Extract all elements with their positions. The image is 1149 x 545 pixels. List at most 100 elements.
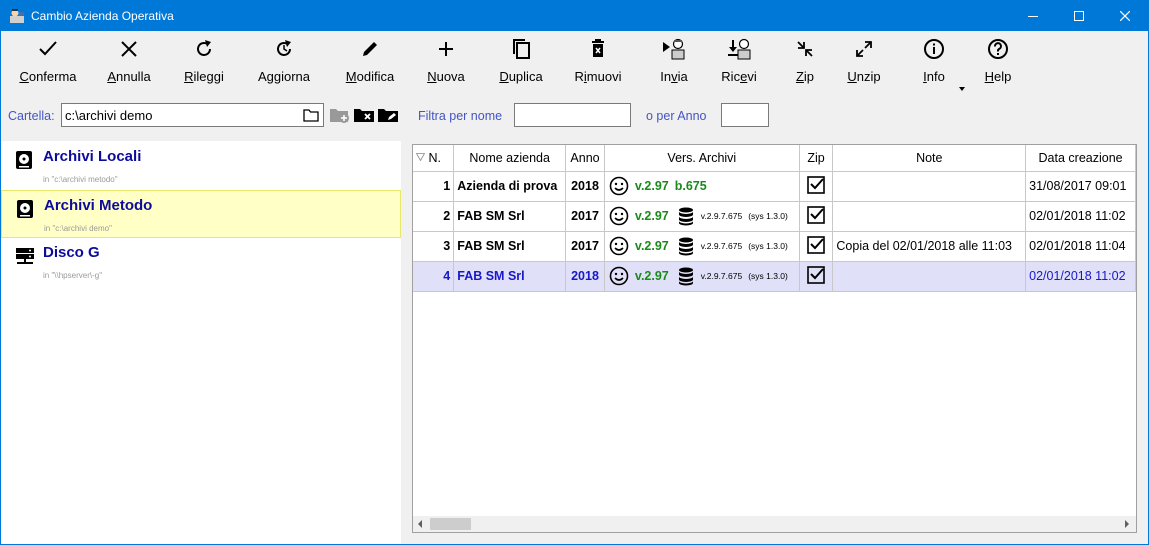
cancel-button[interactable]: Annulla	[103, 35, 155, 89]
db-version-label: v.2.9.7.675	[700, 211, 743, 221]
column-header-n[interactable]: N.	[413, 145, 455, 172]
cell-version: v.2.97 v.2.9.7.675 (sys 1.3.0)	[604, 201, 800, 232]
smiley-icon	[609, 236, 629, 256]
server-icon	[16, 248, 34, 264]
database-icon	[678, 207, 693, 225]
x-icon	[121, 41, 137, 57]
filter-year-box	[721, 103, 769, 127]
cell-year: 2018	[565, 171, 605, 202]
update-button[interactable]: Aggiorna	[253, 35, 315, 89]
help-button[interactable]: Help	[981, 35, 1015, 89]
column-header-note[interactable]: Note	[832, 145, 1027, 172]
horizontal-scrollbar[interactable]	[413, 516, 1136, 532]
column-header-year[interactable]: Anno	[565, 145, 605, 172]
smiley-icon	[609, 206, 629, 226]
cell-date: 31/08/2017 09:01	[1025, 171, 1136, 202]
receive-icon	[728, 38, 751, 60]
version-cell-content: v.2.97 b.675	[609, 176, 798, 196]
remove-button[interactable]: Rimuovi	[571, 35, 625, 89]
table-row[interactable]: 2 FAB SM Srl 2017 v.2.97 v.2.9.7.675 (sys 1.3…	[413, 201, 1136, 232]
sys-version-label: (sys 1.3.0)	[748, 271, 788, 281]
receive-button[interactable]: Ricevi	[719, 35, 759, 89]
cell-zip[interactable]	[799, 201, 834, 232]
column-header-zip[interactable]: Zip	[799, 145, 834, 172]
filter-year-input[interactable]	[722, 104, 768, 126]
cell-note	[832, 261, 1027, 292]
archive-list: Archivi Locali in "c:\archivi metodo" Ar…	[1, 141, 401, 544]
send-button[interactable]: Invia	[657, 35, 691, 89]
cell-zip[interactable]	[799, 261, 834, 292]
rename-folder-button[interactable]	[377, 106, 399, 124]
pencil-icon	[363, 42, 377, 56]
cell-n: 2	[413, 201, 455, 232]
version-cell-content: v.2.97 v.2.9.7.675 (sys 1.3.0)	[609, 206, 798, 226]
archive-item-locali[interactable]: Archivi Locali in "c:\archivi metodo"	[1, 142, 401, 190]
reload-button[interactable]: Rileggi	[179, 35, 229, 89]
new-button[interactable]: Nuova	[424, 35, 468, 89]
new-folder-button[interactable]	[329, 106, 351, 124]
archive-name: Archivi Locali	[43, 148, 142, 165]
minimize-button[interactable]	[1010, 0, 1056, 31]
scroll-right-icon[interactable]	[1125, 520, 1129, 528]
version-label: v.2.97	[634, 239, 669, 253]
cell-name: Azienda di prova	[453, 171, 567, 202]
edit-button[interactable]: Modifica	[341, 35, 399, 89]
checkbox-checked-icon	[807, 265, 825, 284]
cell-n: 4	[413, 261, 455, 292]
folder-browse-icon[interactable]	[303, 108, 319, 122]
cell-year: 2018	[565, 261, 605, 292]
check-icon	[39, 41, 57, 56]
scrollbar-thumb[interactable]	[430, 518, 471, 530]
archive-item-metodo[interactable]: Archivi Metodo in "c:\archivi demo"	[1, 190, 401, 238]
maximize-button[interactable]	[1056, 0, 1102, 31]
maximize-icon	[1074, 10, 1084, 21]
archive-item-disco-g[interactable]: Disco G in "\\hpserver\-g"	[1, 238, 401, 286]
close-button[interactable]	[1102, 0, 1148, 31]
cell-zip[interactable]	[799, 231, 834, 262]
table-row[interactable]: 1 Azienda di prova 2018 v.2.97 b.675 31/08/20…	[413, 171, 1136, 202]
cell-note	[832, 171, 1027, 202]
folder-label: Cartella:	[8, 109, 55, 123]
unzip-button[interactable]: Unzip	[845, 35, 883, 89]
info-button[interactable]: Info	[920, 35, 948, 89]
cell-version: v.2.97 b.675	[604, 171, 800, 202]
zip-button[interactable]: Zip	[792, 35, 818, 89]
folder-add-icon	[330, 109, 349, 123]
db-version-label: v.2.9.7.675	[700, 241, 743, 251]
filter-icon	[415, 152, 426, 162]
refresh-icon	[197, 40, 211, 56]
sys-version-label: (sys 1.3.0)	[748, 241, 788, 251]
cell-name: FAB SM Srl	[453, 201, 567, 232]
version-label: v.2.97	[634, 269, 669, 283]
close-icon	[1120, 10, 1130, 21]
cell-note: Copia del 02/01/2018 alle 11:03	[832, 231, 1027, 262]
filter-name-box	[514, 103, 631, 127]
database-icon	[678, 237, 693, 255]
table-row[interactable]: 4 FAB SM Srl 2018 v.2.97 v.2.9.7.675 (sys 1.3…	[413, 261, 1136, 292]
column-header-version[interactable]: Vers. Archivi	[604, 145, 800, 172]
minimize-icon	[1028, 15, 1038, 17]
checkbox-checked-icon	[807, 175, 825, 194]
compress-icon	[797, 41, 813, 57]
folder-path-input[interactable]	[62, 104, 298, 126]
filter-year-label: o per Anno	[646, 109, 707, 123]
info-dropdown-arrow[interactable]	[959, 87, 965, 91]
trash-icon	[592, 39, 604, 57]
delete-folder-button[interactable]	[353, 106, 375, 124]
table-row[interactable]: 3 FAB SM Srl 2017 v.2.97 v.2.9.7.675 (sys 1.3…	[413, 231, 1136, 262]
app-icon	[10, 9, 24, 23]
cell-zip[interactable]	[799, 171, 834, 202]
filter-name-input[interactable]	[515, 104, 630, 126]
version-cell-content: v.2.97 v.2.9.7.675 (sys 1.3.0)	[609, 266, 798, 286]
duplicate-button[interactable]: Duplica	[495, 35, 547, 89]
scroll-left-icon[interactable]	[418, 520, 422, 528]
app-window: Cambio Azienda Operativa Conferma Annull…	[1, 0, 1148, 544]
cell-n: 3	[413, 231, 455, 262]
column-header-date[interactable]: Data creazione	[1025, 145, 1136, 172]
cell-year: 2017	[565, 201, 605, 232]
window-title: Cambio Azienda Operativa	[31, 9, 174, 23]
send-icon	[663, 38, 685, 60]
archive-path: in "\\hpserver\-g"	[43, 271, 103, 280]
confirm-button[interactable]: Conferma	[18, 35, 78, 89]
column-header-name[interactable]: Nome azienda	[453, 145, 567, 172]
